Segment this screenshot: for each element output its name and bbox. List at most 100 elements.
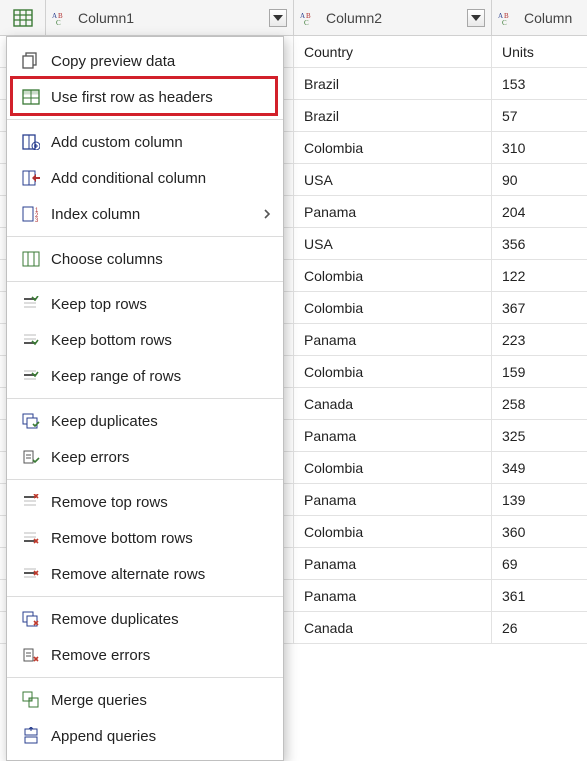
append-icon: [19, 726, 43, 746]
menu-label: Keep top rows: [51, 296, 271, 313]
cell-col3: 361: [492, 580, 587, 611]
abc-type-icon: A B C: [300, 9, 322, 27]
keep-top-icon: [19, 294, 43, 314]
choose-columns-icon: [19, 249, 43, 269]
cell-col3: 26: [492, 612, 587, 643]
custom-column-icon: [19, 132, 43, 152]
menu-use-first-row-as-headers[interactable]: Use first row as headers: [7, 79, 283, 115]
menu-label: Keep errors: [51, 449, 271, 466]
copy-icon: [19, 51, 43, 71]
cell-col2: Canada: [294, 612, 492, 643]
cell-col2: Panama: [294, 420, 492, 451]
cell-col2: Colombia: [294, 260, 492, 291]
menu-keep-top-rows[interactable]: Keep top rows: [7, 286, 283, 322]
conditional-column-icon: [19, 168, 43, 188]
remove-alternate-icon: [19, 564, 43, 584]
cell-col3: 90: [492, 164, 587, 195]
column-filter-dropdown[interactable]: [467, 9, 485, 27]
menu-label: Remove top rows: [51, 494, 271, 511]
cell-col3: 139: [492, 484, 587, 515]
menu-label: Keep bottom rows: [51, 332, 271, 349]
menu-choose-columns[interactable]: Choose columns: [7, 241, 283, 277]
menu-remove-top-rows[interactable]: Remove top rows: [7, 484, 283, 520]
keep-bottom-icon: [19, 330, 43, 350]
menu-remove-errors[interactable]: Remove errors: [7, 637, 283, 673]
abc-type-icon: A B C: [52, 9, 74, 27]
column-filter-dropdown[interactable]: [269, 9, 287, 27]
menu-label: Remove alternate rows: [51, 566, 271, 583]
menu-add-custom-column[interactable]: Add custom column: [7, 124, 283, 160]
column-name: Column1: [78, 10, 269, 26]
remove-duplicates-icon: [19, 609, 43, 629]
menu-label: Keep range of rows: [51, 368, 271, 385]
menu-keep-range-of-rows[interactable]: Keep range of rows: [7, 358, 283, 394]
menu-label: Merge queries: [51, 692, 271, 709]
cell-col3: 360: [492, 516, 587, 547]
cell-col3: Units: [492, 36, 587, 67]
menu-separator: [7, 677, 283, 678]
menu-label: Add custom column: [51, 134, 271, 151]
menu-index-column[interactable]: 123 Index column: [7, 196, 283, 232]
cell-col3: 367: [492, 292, 587, 323]
menu-merge-queries[interactable]: Merge queries: [7, 682, 283, 718]
menu-label: Copy preview data: [51, 53, 271, 70]
cell-col2: Colombia: [294, 356, 492, 387]
menu-keep-errors[interactable]: Keep errors: [7, 439, 283, 475]
menu-remove-bottom-rows[interactable]: Remove bottom rows: [7, 520, 283, 556]
remove-errors-icon: [19, 645, 43, 665]
column-header-1[interactable]: A B C Column1: [46, 0, 294, 35]
column-header-3[interactable]: A B C Column: [492, 0, 587, 35]
menu-keep-duplicates[interactable]: Keep duplicates: [7, 403, 283, 439]
cell-col2: Panama: [294, 548, 492, 579]
cell-col2: Panama: [294, 580, 492, 611]
cell-col3: 159: [492, 356, 587, 387]
cell-col3: 57: [492, 100, 587, 131]
menu-remove-duplicates[interactable]: Remove duplicates: [7, 601, 283, 637]
cell-col3: 122: [492, 260, 587, 291]
menu-separator: [7, 281, 283, 282]
menu-label: Keep duplicates: [51, 413, 271, 430]
column-header-row: A B C Column1 A B C Column2 A B C: [0, 0, 587, 36]
cell-col3: 356: [492, 228, 587, 259]
menu-add-conditional-column[interactable]: Add conditional column: [7, 160, 283, 196]
column-header-2[interactable]: A B C Column2: [294, 0, 492, 35]
cell-col2: Panama: [294, 484, 492, 515]
cell-col2: Brazil: [294, 100, 492, 131]
submenu-arrow-icon: [263, 208, 271, 220]
svg-text:3: 3: [35, 218, 39, 222]
menu-separator: [7, 479, 283, 480]
menu-separator: [7, 398, 283, 399]
merge-icon: [19, 690, 43, 710]
menu-label: Append queries: [51, 728, 271, 745]
cell-col3: 310: [492, 132, 587, 163]
menu-append-queries[interactable]: Append queries: [7, 718, 283, 754]
cell-col3: 204: [492, 196, 587, 227]
menu-label: Choose columns: [51, 251, 271, 268]
cell-col2: USA: [294, 228, 492, 259]
column-name: Column: [524, 10, 581, 26]
menu-label: Remove duplicates: [51, 611, 271, 628]
index-column-icon: 123: [19, 204, 43, 224]
keep-duplicates-icon: [19, 411, 43, 431]
menu-separator: [7, 236, 283, 237]
menu-separator: [7, 119, 283, 120]
keep-errors-icon: [19, 447, 43, 467]
table-menu-button[interactable]: [0, 0, 46, 35]
remove-bottom-icon: [19, 528, 43, 548]
menu-separator: [7, 596, 283, 597]
cell-col3: 349: [492, 452, 587, 483]
menu-remove-alternate-rows[interactable]: Remove alternate rows: [7, 556, 283, 592]
svg-text:C: C: [502, 19, 507, 26]
keep-range-icon: [19, 366, 43, 386]
cell-col2: Canada: [294, 388, 492, 419]
cell-col3: 325: [492, 420, 587, 451]
menu-copy-preview-data[interactable]: Copy preview data: [7, 43, 283, 79]
menu-label: Index column: [51, 206, 263, 223]
cell-col2: Colombia: [294, 132, 492, 163]
abc-type-icon: A B C: [498, 9, 520, 27]
cell-col2: USA: [294, 164, 492, 195]
column-name: Column2: [326, 10, 467, 26]
menu-keep-bottom-rows[interactable]: Keep bottom rows: [7, 322, 283, 358]
menu-label: Remove errors: [51, 647, 271, 664]
menu-label: Use first row as headers: [51, 89, 271, 106]
